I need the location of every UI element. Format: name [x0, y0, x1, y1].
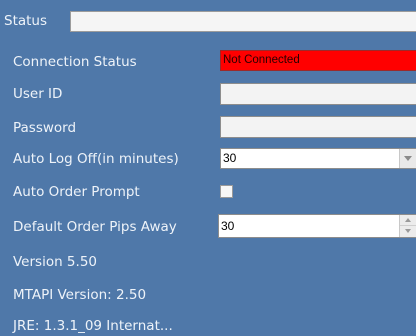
version-text: Version 5.50: [13, 254, 97, 270]
spinner-down-button[interactable]: [400, 226, 416, 237]
password-field[interactable]: [220, 116, 416, 138]
spinner-buttons: [399, 215, 416, 237]
auto-order-prompt-label: Auto Order Prompt: [13, 184, 140, 200]
password-label: Password: [13, 120, 77, 136]
connection-status-label: Connection Status: [13, 54, 137, 70]
chevron-down-icon: [404, 156, 412, 161]
auto-logoff-label: Auto Log Off(in minutes): [13, 151, 179, 167]
auto-order-prompt-checkbox[interactable]: [220, 185, 233, 198]
status-label: Status: [4, 13, 48, 29]
spinner-up-button[interactable]: [400, 215, 416, 226]
mtapi-version-text: MTAPI Version: 2.50: [13, 287, 147, 303]
dropdown-button[interactable]: [399, 149, 416, 168]
settings-panel: Status Connection Status Not Connected U…: [0, 0, 416, 336]
user-id-field[interactable]: [220, 83, 416, 105]
pips-away-label: Default Order Pips Away: [13, 219, 177, 235]
arrow-up-icon: [405, 218, 411, 222]
arrow-down-icon: [405, 229, 411, 233]
pips-away-value: 30: [221, 219, 235, 233]
status-field: [70, 11, 416, 32]
user-id-label: User ID: [13, 86, 63, 102]
auto-logoff-value: 30: [223, 151, 237, 165]
jre-version-text: JRE: 1.3.1_09 Internat...: [13, 318, 173, 334]
auto-logoff-select[interactable]: 30: [220, 148, 416, 169]
pips-away-stepper[interactable]: 30: [218, 214, 416, 238]
connection-status-value: Not Connected: [220, 50, 416, 71]
